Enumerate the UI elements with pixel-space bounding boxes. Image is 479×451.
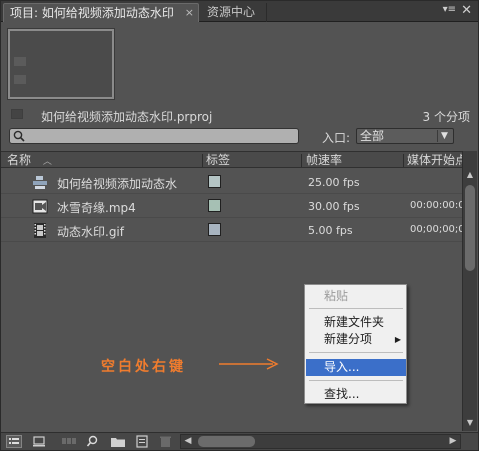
icon-view-icon[interactable]	[32, 435, 48, 448]
video-file-icon	[32, 199, 48, 214]
label-swatch[interactable]	[208, 223, 221, 236]
list-view-button[interactable]	[6, 435, 22, 448]
tab-resource-center[interactable]: 资源中心	[201, 3, 267, 22]
item-name: 如何给视频添加动态水	[57, 177, 178, 191]
panel-close-icon[interactable]: ✕	[461, 3, 472, 18]
tab-project[interactable]: 项目: 如何给视频添加动态水印 ×	[3, 3, 199, 22]
item-frame-rate: 5.00 fps	[308, 224, 353, 237]
horizontal-scrollbar[interactable]: ◀ ▶	[180, 434, 461, 449]
scroll-right-icon[interactable]: ▶	[448, 436, 458, 447]
column-divider[interactable]	[301, 154, 302, 167]
column-divider[interactable]	[403, 154, 404, 167]
menu-item-new-item[interactable]: 新建分项 ▶	[306, 331, 406, 348]
bottom-toolbar: ◀ ▶	[1, 432, 478, 450]
submenu-arrow-icon: ▶	[394, 335, 401, 344]
menu-separator	[309, 352, 403, 353]
menu-item-import[interactable]: 导入...	[306, 359, 406, 376]
tab-close-icon[interactable]: ×	[185, 4, 194, 22]
scroll-left-icon[interactable]: ◀	[183, 436, 193, 447]
list-item[interactable]: 如何给视频添加动态水 25.00 fps	[1, 171, 462, 194]
preview-film-icon	[14, 57, 26, 66]
sort-ascending-icon[interactable]: ︿	[43, 157, 52, 167]
vertical-scrollbar[interactable]: ▲ ▼	[462, 151, 477, 431]
menu-item-paste[interactable]: 粘贴	[306, 288, 406, 305]
label-swatch[interactable]	[208, 199, 221, 212]
automate-sequence-icon[interactable]	[61, 435, 77, 448]
search-input[interactable]	[9, 128, 299, 144]
scroll-down-icon[interactable]: ▼	[465, 419, 475, 427]
search-icon	[13, 130, 25, 142]
scrollbar-thumb[interactable]	[198, 436, 255, 447]
column-divider[interactable]	[202, 154, 203, 167]
chevron-down-icon[interactable]: ▼	[437, 130, 451, 142]
item-frame-rate: 30.00 fps	[308, 200, 360, 213]
find-icon[interactable]	[86, 435, 102, 448]
scrollbar-thumb[interactable]	[465, 185, 475, 271]
in-select[interactable]: 全部 ▼	[356, 128, 454, 144]
menu-item-new-bin[interactable]: 新建文件夹	[306, 314, 406, 331]
menu-item-find[interactable]: 查找...	[306, 386, 406, 403]
menu-separator	[309, 380, 403, 381]
preview-image	[10, 31, 112, 97]
preview-thumbnail	[7, 28, 115, 100]
panel-tab-bar: 项目: 如何给视频添加动态水印 × 资源中心 ▾≡ ✕	[1, 1, 478, 22]
item-media-start: 00;00;00;00	[410, 224, 462, 235]
item-count: 3 个分项	[422, 110, 470, 124]
in-select-value: 全部	[360, 129, 385, 143]
panel-menu-icon[interactable]: ▾≡	[443, 4, 456, 15]
scroll-up-icon[interactable]: ▲	[465, 171, 475, 179]
label-swatch[interactable]	[208, 175, 221, 188]
film-clip-icon	[34, 223, 46, 238]
project-file-name: 如何给视频添加动态水印.prproj	[41, 110, 213, 124]
in-label: 入口:	[322, 131, 351, 145]
column-header-label[interactable]: 标签	[206, 152, 300, 167]
sequence-icon	[33, 176, 47, 189]
menu-item-new-item-label: 新建分项	[324, 332, 373, 346]
column-header: 名称 ︿ 标签 帧速率 媒体开始点	[1, 151, 462, 168]
column-name-label: 名称	[7, 153, 32, 167]
annotation-arrow-icon	[219, 358, 279, 370]
project-file-icon	[11, 109, 23, 119]
tab-resource-center-label: 资源中心	[207, 5, 256, 19]
list-item[interactable]: 冰雪奇缘.mp4 30.00 fps 00:00:00:00	[1, 195, 462, 218]
item-name: 冰雪奇缘.mp4	[57, 201, 136, 215]
trash-icon[interactable]	[158, 435, 174, 448]
annotation-text: 空白处右键	[101, 359, 186, 375]
item-frame-rate: 25.00 fps	[308, 176, 360, 189]
column-header-frame-rate[interactable]: 帧速率	[306, 152, 402, 167]
menu-separator	[309, 308, 403, 309]
resize-corner	[462, 433, 478, 450]
context-menu: 粘贴 新建文件夹 新建分项 ▶ 导入... 查找...	[304, 284, 407, 404]
list-view-icon	[9, 438, 19, 444]
tab-project-label: 项目: 如何给视频添加动态水印	[10, 6, 174, 20]
item-media-start: 00:00:00:00	[410, 200, 462, 211]
preview-audio-icon	[14, 75, 26, 84]
column-header-media-start[interactable]: 媒体开始点	[407, 152, 462, 167]
project-panel: 项目: 如何给视频添加动态水印 × 资源中心 ▾≡ ✕ 如何给视频添加动态水印.…	[0, 0, 479, 451]
list-item[interactable]: 动态水印.gif 5.00 fps 00;00;00;00	[1, 219, 462, 242]
item-name: 动态水印.gif	[57, 225, 124, 239]
new-item-icon[interactable]	[134, 435, 150, 448]
column-header-name[interactable]: 名称 ︿	[7, 152, 202, 167]
new-bin-icon[interactable]	[110, 435, 126, 448]
